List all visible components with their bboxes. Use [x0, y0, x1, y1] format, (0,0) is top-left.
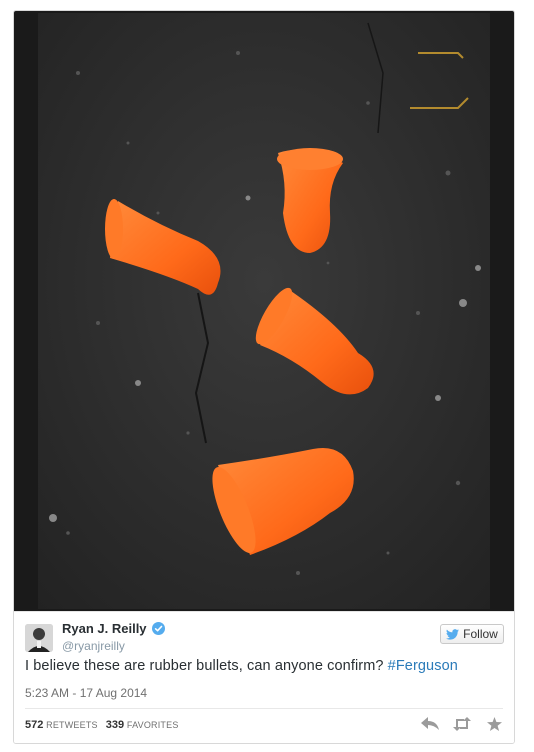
follow-label: Follow [463, 627, 498, 641]
retweets-count: 572 [25, 719, 44, 731]
retweets-stat[interactable]: 572 RETWEETS [25, 719, 98, 731]
tweet-stats: 572 RETWEETS 339 FAVORITES [25, 719, 179, 731]
tweet-footer: Ryan J. Reilly @ryanjreilly Follow I bel… [14, 611, 514, 743]
tweet-actions [420, 715, 504, 733]
twitter-bird-icon [446, 628, 460, 640]
author-name[interactable]: Ryan J. Reilly [62, 621, 147, 636]
favorite-star-icon[interactable] [484, 715, 504, 733]
favorites-count: 339 [105, 719, 125, 731]
photo-frame [14, 11, 514, 611]
avatar[interactable] [25, 624, 53, 652]
tweet-text: I believe these are rubber bullets, can … [25, 658, 505, 674]
tweet-timestamp[interactable]: 5:23 AM - 17 Aug 2014 [25, 686, 147, 700]
divider [25, 708, 503, 709]
retweets-label: RETWEETS [46, 720, 98, 730]
author-handle[interactable]: @ryanjreilly [62, 639, 125, 653]
tweet-photo[interactable] [38, 13, 490, 609]
author-row: Ryan J. Reilly [62, 621, 165, 636]
verified-badge-icon [151, 622, 165, 635]
hashtag-link[interactable]: #Ferguson [388, 658, 458, 674]
tweet-card: Ryan J. Reilly @ryanjreilly Follow I bel… [13, 10, 515, 744]
reply-icon[interactable] [420, 715, 440, 733]
retweet-icon[interactable] [452, 715, 472, 733]
follow-button[interactable]: Follow [440, 624, 504, 644]
favorites-stat[interactable]: 339 FAVORITES [106, 719, 179, 731]
tweet-body: I believe these are rubber bullets, can … [25, 658, 388, 674]
favorites-label: FAVORITES [126, 720, 179, 730]
